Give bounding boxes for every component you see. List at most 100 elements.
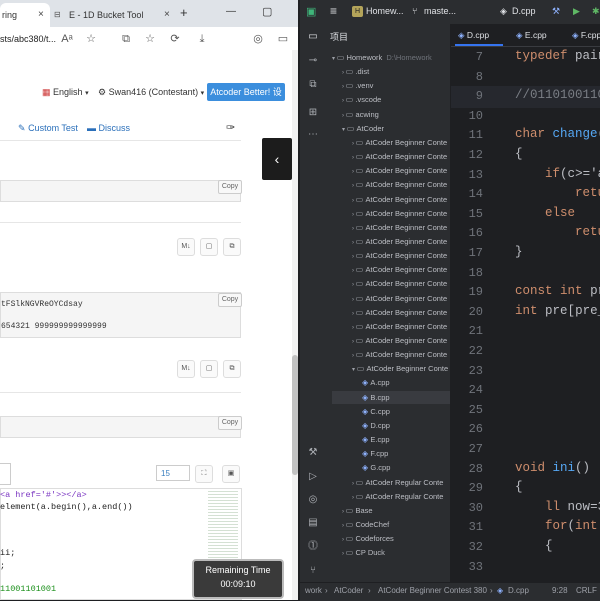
- pin-icon[interactable]: ✑: [226, 121, 235, 134]
- tree-folder[interactable]: › ▭ AtCoder Beginner Conte: [352, 209, 447, 218]
- tree-folder[interactable]: › ▭ AtCoder Beginner Conte: [352, 308, 447, 317]
- font-size-input[interactable]: 15: [156, 465, 190, 481]
- tree-folder[interactable]: › ▭ AtCoder Beginner Conte: [352, 195, 447, 204]
- copy-button[interactable]: Copy: [218, 180, 242, 194]
- markdown-button[interactable]: M↓: [177, 238, 195, 256]
- structure-icon[interactable]: ⊞: [305, 106, 321, 120]
- copy-button[interactable]: Copy: [218, 293, 242, 307]
- browser-tab-active[interactable]: ring ×: [0, 3, 50, 27]
- tree-folder[interactable]: › ▭ CP Duck: [342, 548, 385, 557]
- download-icon[interactable]: ⤓: [195, 31, 209, 47]
- git-icon[interactable]: ⑂: [305, 564, 321, 578]
- favorite-icon[interactable]: ☆: [84, 31, 98, 47]
- tree-folder[interactable]: › ▭ AtCoder Beginner Conte: [352, 251, 447, 260]
- custom-test-link[interactable]: ✎ Custom Test: [18, 123, 78, 134]
- discuss-link[interactable]: ▬ Discuss: [87, 123, 130, 133]
- collections-icon[interactable]: ☆: [143, 31, 157, 47]
- tree-folder[interactable]: › ▭ .vscode: [342, 95, 381, 104]
- tree-file[interactable]: ◈ B.cpp: [362, 393, 390, 402]
- copy-icon[interactable]: ⧉: [223, 238, 241, 256]
- clipboard-icon[interactable]: ▢: [200, 238, 218, 256]
- tree-folder[interactable]: ▾ ▭ AtCoder Beginner Conte: [352, 364, 448, 373]
- plugins-icon[interactable]: ⧉: [305, 78, 321, 92]
- tree-folder[interactable]: › ▭ Codeforces: [342, 534, 394, 543]
- tree-file[interactable]: ◈ E.cpp: [362, 435, 390, 444]
- breadcrumb-item[interactable]: AtCoder Beginner Contest 380: [378, 586, 487, 595]
- new-tab-button[interactable]: +: [180, 5, 188, 20]
- language-dropdown[interactable]: [0, 463, 11, 485]
- tree-folder[interactable]: › ▭ Base: [342, 506, 373, 515]
- browser-tab[interactable]: E - 1D Bucket Tool: [55, 3, 177, 27]
- tree-file[interactable]: ◈ C.cpp: [362, 407, 390, 416]
- sidebar-icon[interactable]: ▭: [276, 31, 290, 47]
- run-config-selector[interactable]: D.cpp: [512, 6, 536, 16]
- fullscreen-icon[interactable]: ⛶: [195, 465, 213, 483]
- tab-d-cpp[interactable]: ◈ D.cpp: [458, 30, 489, 41]
- tree-folder[interactable]: › ▭ AtCoder Beginner Conte: [352, 322, 447, 331]
- branch-selector[interactable]: maste...: [424, 6, 456, 16]
- project-panel-title[interactable]: 项目: [330, 30, 348, 43]
- user-menu[interactable]: ⚙ Swan416 (Contestant) ▾: [98, 87, 204, 98]
- scrollbar-thumb[interactable]: [292, 355, 298, 475]
- markdown-button[interactable]: M↓: [177, 360, 195, 378]
- tree-folder[interactable]: › ▭ AtCoder Beginner Conte: [352, 223, 447, 232]
- tree-file[interactable]: ◈ A.cpp: [362, 378, 390, 387]
- tree-file[interactable]: ◈ G.cpp: [362, 463, 390, 472]
- debug-icon[interactable]: ✱: [592, 6, 600, 17]
- breadcrumb-item[interactable]: D.cpp: [508, 586, 529, 595]
- atcoder-better-settings-button[interactable]: Atcoder Better! 设置: [207, 83, 285, 115]
- services-icon[interactable]: ◎: [305, 493, 321, 507]
- commit-icon[interactable]: ⊸: [305, 54, 321, 68]
- tree-file[interactable]: ◈ F.cpp: [362, 449, 388, 458]
- problems-icon[interactable]: ⓵: [305, 540, 321, 554]
- tree-folder[interactable]: › ▭ AtCoder Beginner Conte: [352, 294, 447, 303]
- tree-folder[interactable]: › ▭ AtCoder Beginner Conte: [352, 180, 447, 189]
- more-icon[interactable]: ⋯: [305, 128, 321, 142]
- layout-icon[interactable]: ▣: [222, 465, 240, 483]
- line-separator[interactable]: CRLF: [576, 586, 597, 595]
- page-scrollbar[interactable]: [292, 50, 298, 600]
- tree-folder[interactable]: › ▭ .dist: [342, 67, 369, 76]
- run-icon[interactable]: ▶: [573, 6, 580, 17]
- breadcrumb-item[interactable]: AtCoder: [334, 586, 363, 595]
- tree-folder[interactable]: › ▭ AtCoder Beginner Conte: [352, 166, 447, 175]
- hammer-icon[interactable]: ⚒: [305, 446, 321, 460]
- close-icon[interactable]: ×: [38, 3, 44, 27]
- tree-file[interactable]: ◈ D.cpp: [362, 421, 390, 430]
- maximize-button[interactable]: ▢: [262, 5, 272, 18]
- extensions-icon[interactable]: ◎: [251, 31, 265, 47]
- read-aloud-icon[interactable]: Aᵃ: [60, 31, 74, 47]
- close-icon[interactable]: ×: [164, 9, 170, 20]
- project-folder-icon[interactable]: ▭: [305, 30, 321, 44]
- project-selector[interactable]: Homew...: [366, 6, 404, 16]
- tree-folder[interactable]: › ▭ AtCoder Beginner Conte: [352, 336, 447, 345]
- terminal-icon[interactable]: ▤: [305, 516, 321, 530]
- code-minimap[interactable]: [208, 489, 238, 559]
- tree-folder[interactable]: › ▭ acwing: [342, 110, 379, 119]
- clipboard-icon[interactable]: ▢: [200, 360, 218, 378]
- tab-e-cpp[interactable]: ◈ E.cpp: [516, 30, 547, 41]
- breadcrumb-item[interactable]: work: [305, 586, 322, 595]
- build-icon[interactable]: ⚒: [552, 6, 560, 17]
- tree-folder[interactable]: › ▭ AtCoder Beginner Conte: [352, 350, 447, 359]
- tree-folder[interactable]: ▾ ▭ AtCoder: [342, 124, 384, 133]
- split-screen-icon[interactable]: ⧉: [119, 31, 133, 47]
- tree-folder[interactable]: › ▭ .venv: [342, 81, 373, 90]
- copy-icon[interactable]: ⧉: [223, 360, 241, 378]
- tree-folder[interactable]: › ▭ AtCoder Beginner Conte: [352, 237, 447, 246]
- tree-folder[interactable]: › ▭ AtCoder Beginner Conte: [352, 138, 447, 147]
- history-icon[interactable]: ⟳: [168, 31, 182, 47]
- tree-folder[interactable]: › ▭ AtCoder Beginner Conte: [352, 152, 447, 161]
- run-icon[interactable]: ▷: [305, 470, 321, 484]
- main-menu-icon[interactable]: ≡: [330, 4, 337, 18]
- minimize-button[interactable]: —: [226, 6, 236, 17]
- tree-folder[interactable]: › ▭ AtCoder Regular Conte: [352, 478, 443, 487]
- collapse-panel-button[interactable]: ‹: [262, 138, 292, 180]
- language-selector[interactable]: ▦ English ▾: [42, 87, 89, 98]
- copy-button[interactable]: Copy: [218, 416, 242, 430]
- tree-folder[interactable]: › ▭ AtCoder Beginner Conte: [352, 265, 447, 274]
- tree-folder[interactable]: ▾ ▭ Homework D:\Homework: [332, 53, 432, 62]
- tree-folder[interactable]: › ▭ CodeChef: [342, 520, 389, 529]
- tab-f-cpp[interactable]: ◈ F.cpp: [572, 30, 600, 41]
- caret-position[interactable]: 9:28: [552, 586, 568, 595]
